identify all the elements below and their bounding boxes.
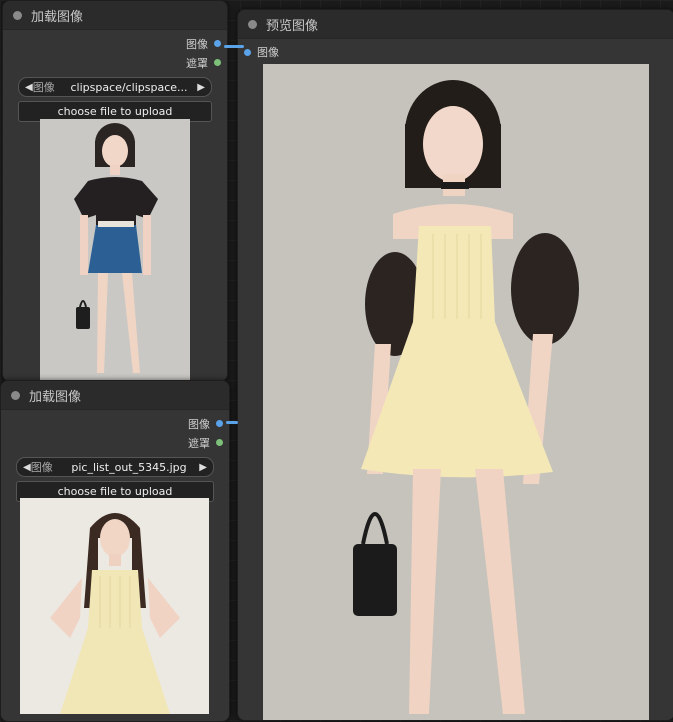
arrow-right-icon[interactable]: ▶ xyxy=(199,462,207,473)
combo-label: 图像 xyxy=(32,81,55,94)
load-image-node-2[interactable]: 加载图像 图像 遮罩 ◀ 图像 pic_list_out_5345.jpg ▶ … xyxy=(0,380,230,722)
arrow-right-icon[interactable]: ▶ xyxy=(197,82,205,93)
combo-value: pic_list_out_5345.jpg xyxy=(71,460,187,474)
node-title: 加载图像 xyxy=(29,389,82,405)
arrow-left-icon[interactable]: ◀ xyxy=(25,82,33,93)
input-label: 图像 xyxy=(257,46,279,59)
node-title: 加载图像 xyxy=(31,9,84,25)
image-combo[interactable]: ◀ 图像 clipspace/clipspace... ▶ xyxy=(18,77,212,97)
combo-label: 图像 xyxy=(30,461,53,474)
output-socket-icon[interactable] xyxy=(214,40,221,47)
output-label: 遮罩 xyxy=(186,56,208,70)
output-socket-icon[interactable] xyxy=(216,439,223,446)
output-socket-icon[interactable] xyxy=(214,59,221,66)
output-mask[interactable]: 遮罩 xyxy=(1,433,229,452)
image-combo[interactable]: ◀ 图像 pic_list_out_5345.jpg ▶ xyxy=(16,457,214,477)
input-image[interactable]: 图像 xyxy=(238,42,673,62)
node-header[interactable]: 加载图像 xyxy=(1,381,229,410)
output-label: 遮罩 xyxy=(188,436,210,450)
input-socket-icon[interactable] xyxy=(244,48,251,56)
collapse-dot-icon[interactable] xyxy=(11,390,20,400)
combo-value: clipspace/clipspace... xyxy=(70,80,188,94)
arrow-left-icon[interactable]: ◀ xyxy=(23,462,31,473)
preview-image-node[interactable]: 预览图像 图像 xyxy=(237,9,673,721)
preview-image xyxy=(263,64,649,720)
output-socket-icon[interactable] xyxy=(216,420,223,427)
collapse-dot-icon[interactable] xyxy=(248,19,257,29)
load-image-node-1[interactable]: 加载图像 图像 遮罩 ◀ 图像 clipspace/clipspace... ▶… xyxy=(2,0,228,382)
link-wire xyxy=(226,421,238,424)
collapse-dot-icon[interactable] xyxy=(13,10,22,20)
image-thumbnail xyxy=(40,119,190,381)
output-image[interactable]: 图像 xyxy=(3,34,227,53)
node-title: 预览图像 xyxy=(266,18,319,34)
output-mask[interactable]: 遮罩 xyxy=(3,53,227,72)
output-label: 图像 xyxy=(188,417,210,431)
node-header[interactable]: 预览图像 xyxy=(238,10,673,39)
image-thumbnail xyxy=(20,498,209,714)
output-label: 图像 xyxy=(186,37,208,51)
node-header[interactable]: 加载图像 xyxy=(3,1,227,30)
link-wire xyxy=(224,45,244,48)
output-image[interactable]: 图像 xyxy=(1,414,229,433)
